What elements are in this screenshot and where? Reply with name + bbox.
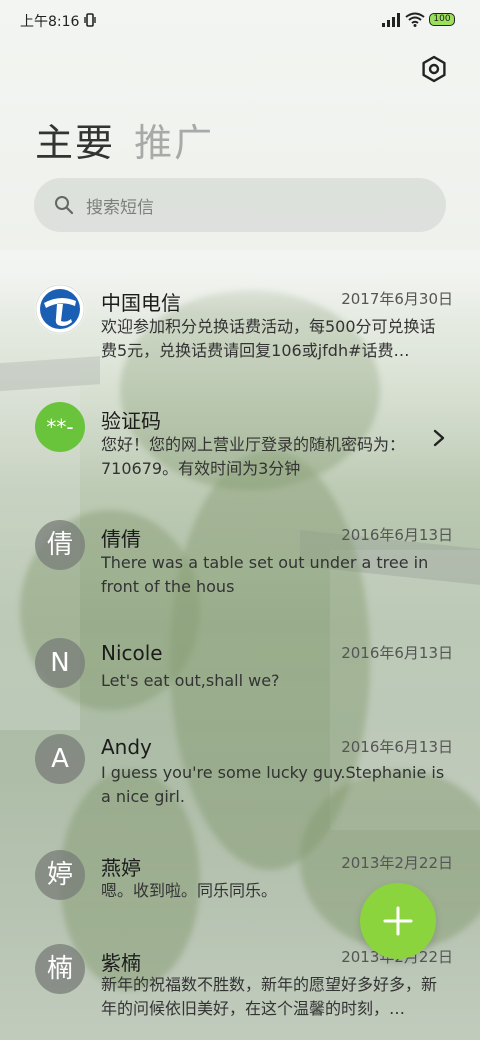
- search-icon: [55, 196, 74, 215]
- contact-name: Andy: [101, 735, 152, 759]
- status-time: 上午8:16: [20, 14, 80, 30]
- avatar: A: [35, 734, 85, 784]
- plus-icon: [383, 906, 413, 936]
- avatar: N: [35, 638, 85, 688]
- message-snippet: 欢迎参加积分兑换话费活动，每500分可兑换话费5元，兑换话费请回复106或jfd…: [101, 317, 436, 360]
- message-date: 2013年2月22日: [341, 854, 453, 872]
- search-placeholder: 搜索短信: [86, 198, 154, 218]
- search-bar[interactable]: 搜索短信: [34, 178, 446, 232]
- messages-screen: 上午8:16 100 主要 推广 搜索短信 中国电信 2017年6月30日 欢迎…: [0, 0, 480, 1040]
- contact-name: 紫楠: [101, 951, 141, 975]
- message-date: 2016年6月13日: [341, 738, 453, 756]
- contact-name: 燕婷: [101, 856, 141, 880]
- contact-name: 中国电信: [101, 291, 181, 315]
- conversation-row[interactable]: A Andy 2016年6月13日 I guess you're some lu…: [0, 724, 480, 820]
- chevron-right-icon[interactable]: [432, 428, 446, 448]
- message-snippet: There was a table set out under a tree i…: [101, 553, 429, 596]
- tab-primary[interactable]: 主要: [35, 112, 115, 167]
- message-snippet: Let's eat out,shall we?: [101, 671, 280, 690]
- settings-hexagon-icon[interactable]: [420, 55, 448, 83]
- conversation-row[interactable]: N Nicole 2016年6月13日 Let's eat out,shall …: [0, 628, 480, 708]
- new-message-button[interactable]: [360, 883, 436, 959]
- avatar: 婷: [35, 850, 85, 900]
- wifi-icon: [405, 12, 425, 27]
- contact-name: Nicole: [101, 641, 163, 665]
- tab-bar: 主要 推广: [35, 112, 228, 168]
- message-date: 2016年6月13日: [341, 526, 453, 544]
- vibrate-icon: [84, 13, 96, 27]
- message-snippet: 您好！您的网上营业厅登录的随机密码为：710679。有效时间为3分钟: [101, 435, 406, 478]
- message-snippet: 新年的祝福数不胜数，新年的愿望好多好多，新年的问候依旧美好，在这个温馨的时刻，…: [101, 975, 438, 1018]
- avatar: 楠: [35, 944, 85, 994]
- conversation-row[interactable]: 中国电信 2017年6月30日 欢迎参加积分兑换话费活动，每500分可兑换话费5…: [0, 274, 480, 370]
- contact-name: 倩倩: [101, 527, 141, 551]
- signal-icon: [382, 13, 400, 27]
- china-telecom-logo: [35, 284, 85, 334]
- avatar: 倩: [35, 520, 85, 570]
- message-date: 2016年6月13日: [341, 644, 453, 662]
- avatar-verification: **-: [35, 402, 85, 452]
- conversation-row[interactable]: 倩 倩倩 2016年6月13日 There was a table set ou…: [0, 510, 480, 606]
- tab-promotions[interactable]: 推广: [134, 112, 214, 167]
- message-snippet: I guess you're some lucky guy.Stephanie …: [101, 763, 445, 806]
- message-date: 2017年6月30日: [341, 290, 453, 308]
- battery-icon: 100: [429, 13, 455, 26]
- status-bar: 上午8:16 100: [0, 0, 480, 40]
- contact-name: 验证码: [101, 409, 161, 433]
- conversation-row[interactable]: **- 验证码 您好！您的网上营业厅登录的随机密码为：710679。有效时间为3…: [0, 392, 480, 488]
